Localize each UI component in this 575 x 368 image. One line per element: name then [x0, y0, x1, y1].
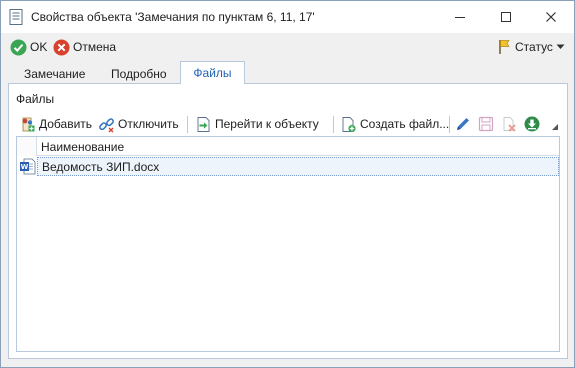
download-button[interactable]	[522, 114, 542, 134]
toolbar-separator	[187, 116, 188, 133]
svg-text:W: W	[21, 163, 29, 171]
files-grid: Наименование W Ведомость ЗИП.docx	[16, 136, 560, 352]
file-name: Ведомость ЗИП.docx	[42, 160, 160, 174]
tab-files[interactable]: Файлы	[180, 61, 245, 84]
properties-dialog: Свойства объекта 'Замечания по пунктам 6…	[0, 0, 575, 368]
status-label: Статус	[515, 40, 553, 54]
tab-strip: Замечание Подробно Файлы	[1, 61, 574, 84]
ok-button[interactable]: OK	[10, 37, 47, 57]
minimize-button[interactable]	[437, 1, 483, 33]
checkmark-icon	[10, 39, 27, 55]
cancel-icon	[53, 39, 70, 55]
status-dropdown[interactable]: Статус	[498, 37, 565, 57]
goto-object-icon	[197, 116, 210, 132]
add-file-icon	[22, 117, 35, 131]
goto-object-label: Перейти к объекту	[215, 117, 319, 131]
column-header-name[interactable]: Наименование	[41, 140, 124, 154]
cancel-label: Отмена	[73, 40, 117, 54]
create-file-button[interactable]: Создать файл...	[340, 114, 449, 134]
close-icon	[546, 12, 556, 22]
files-toolbar: Добавить Отключить Перейти к объекту Соз…	[9, 112, 567, 136]
file-name-cell[interactable]: Ведомость ЗИП.docx	[37, 157, 559, 176]
chevron-down-icon	[556, 44, 565, 49]
save-icon	[478, 116, 494, 132]
delete-button[interactable]	[499, 114, 519, 134]
add-file-label: Добавить	[39, 117, 93, 131]
edit-icon	[457, 118, 469, 130]
flag-icon	[499, 40, 510, 54]
word-document-icon: W	[20, 158, 36, 175]
ok-label: OK	[30, 40, 48, 54]
edit-button[interactable]	[453, 114, 473, 134]
document-icon	[9, 9, 23, 25]
minimize-icon	[455, 17, 465, 18]
add-file-button[interactable]: Добавить	[19, 114, 92, 134]
cancel-button[interactable]: Отмена	[53, 37, 116, 57]
delete-icon	[503, 117, 516, 132]
detach-label: Отключить	[118, 117, 179, 131]
files-group-title: Файлы	[16, 92, 55, 106]
save-button[interactable]	[476, 114, 496, 134]
files-panel: Файлы Добавить Отключить Перейти к объек…	[8, 83, 568, 359]
maximize-button[interactable]	[483, 1, 529, 33]
download-icon	[524, 116, 540, 132]
title-bar: Свойства объекта 'Замечания по пунктам 6…	[1, 1, 574, 33]
toolbar-separator	[449, 116, 450, 133]
create-file-label: Создать файл...	[360, 117, 450, 131]
new-file-icon	[342, 116, 356, 132]
grid-header: Наименование	[17, 137, 559, 156]
toolbar-overflow-icon[interactable]	[552, 124, 558, 130]
tab-details[interactable]: Подробно	[105, 64, 173, 84]
detach-button[interactable]: Отключить	[98, 114, 179, 134]
table-row[interactable]: W Ведомость ЗИП.docx	[17, 157, 559, 176]
maximize-icon	[501, 12, 511, 22]
row-indicator-header	[17, 137, 37, 156]
unlink-icon	[99, 117, 114, 132]
window-title: Свойства объекта 'Замечания по пунктам 6…	[31, 10, 315, 24]
toolbar-separator	[333, 116, 334, 133]
command-bar: OK Отмена Статус	[1, 33, 574, 61]
close-button[interactable]	[528, 1, 574, 33]
goto-object-button[interactable]: Перейти к объекту	[195, 114, 319, 134]
tab-remark[interactable]: Замечание	[18, 64, 91, 84]
